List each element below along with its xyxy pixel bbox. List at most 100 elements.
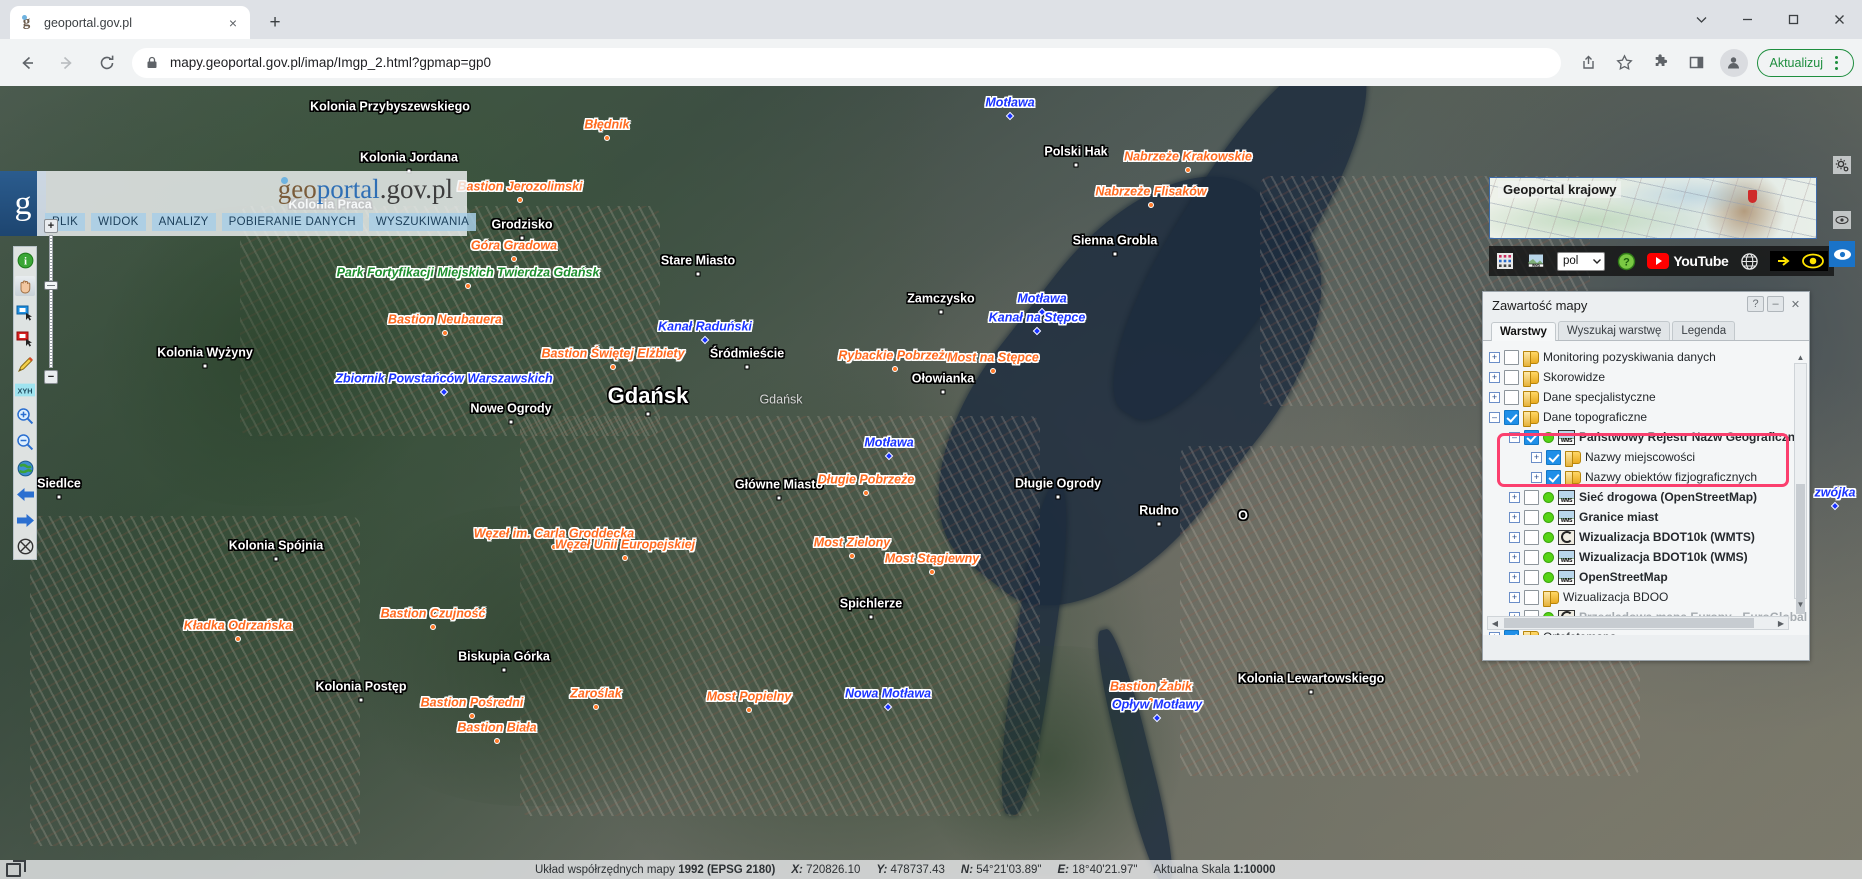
zoom-slider[interactable]: + − bbox=[44, 219, 58, 384]
layer-tree-node[interactable]: +Wizualizacja BDOT10k (WMTS) bbox=[1487, 527, 1809, 547]
expand-icon[interactable]: + bbox=[1531, 452, 1542, 463]
layer-tree-node[interactable]: +Sieć drogowa (OpenStreetMap) bbox=[1487, 487, 1809, 507]
address-bar[interactable]: mapy.geoportal.gov.pl/imap/Imgp_2.html?g… bbox=[132, 48, 1561, 78]
layer-tree-node[interactable]: –Państwowy Rejestr Nazw Geograficzny bbox=[1487, 427, 1809, 447]
close-button[interactable]: ✕ bbox=[1787, 296, 1804, 312]
expand-icon[interactable]: + bbox=[1489, 632, 1500, 636]
zoom-out-icon[interactable] bbox=[15, 432, 35, 452]
visibility-eye-icon[interactable] bbox=[1829, 241, 1855, 267]
composition-grid-icon[interactable] bbox=[1495, 251, 1515, 271]
layer-visibility-small-icon[interactable] bbox=[1833, 211, 1851, 229]
browser-tab[interactable]: g geoportal.gov.pl × bbox=[10, 6, 250, 39]
close-icon[interactable]: × bbox=[224, 14, 242, 32]
overview-map[interactable]: Geoportal krajowy bbox=[1489, 177, 1817, 239]
xyh-coordinates-icon[interactable]: XYH bbox=[15, 380, 35, 400]
help-icon[interactable]: ? bbox=[1616, 251, 1636, 271]
collapse-icon[interactable]: – bbox=[1509, 432, 1520, 443]
tab-legenda[interactable]: Legenda bbox=[1672, 321, 1735, 340]
layer-tree-node[interactable]: +OpenStreetMap bbox=[1487, 567, 1809, 587]
layer-tree-node[interactable]: +Monitoring pozyskiwania danych bbox=[1487, 347, 1809, 367]
update-button[interactable]: Aktualizuj bbox=[1757, 49, 1855, 77]
youtube-icon[interactable]: YouTube bbox=[1647, 253, 1728, 269]
scroll-down-icon[interactable]: ▼ bbox=[1795, 598, 1806, 611]
layer-checkbox[interactable] bbox=[1546, 450, 1561, 465]
scroll-right-icon[interactable]: ▶ bbox=[1774, 619, 1788, 628]
zoom-slider-thumb[interactable] bbox=[44, 281, 58, 290]
visibility-toggle-icon[interactable] bbox=[1770, 251, 1828, 271]
minimize-button[interactable]: – bbox=[1767, 296, 1784, 312]
zoom-slider-track[interactable] bbox=[49, 235, 53, 368]
menu-item-widok[interactable]: WIDOK bbox=[91, 213, 145, 231]
help-button[interactable]: ? bbox=[1747, 296, 1764, 312]
language-select[interactable]: pol bbox=[1557, 252, 1605, 271]
layer-tree-node[interactable]: +Nazwy miejscowości bbox=[1487, 447, 1809, 467]
layer-checkbox[interactable] bbox=[1524, 570, 1539, 585]
zoom-in-icon[interactable] bbox=[15, 406, 35, 426]
layer-checkbox[interactable] bbox=[1524, 430, 1539, 445]
globe-network-icon[interactable] bbox=[1739, 251, 1759, 271]
scroll-up-icon[interactable]: ▲ bbox=[1795, 351, 1806, 364]
expand-icon[interactable]: + bbox=[1489, 352, 1500, 363]
zoom-out-button[interactable]: − bbox=[44, 370, 58, 384]
layer-checkbox[interactable] bbox=[1504, 390, 1519, 405]
forward-arrow-icon[interactable] bbox=[50, 46, 84, 80]
layer-tree-node[interactable]: +Granice miast bbox=[1487, 507, 1809, 527]
full-extent-globe-icon[interactable] bbox=[15, 458, 35, 478]
chevron-down-icon[interactable] bbox=[1678, 0, 1724, 39]
tab-warstwy[interactable]: Warstwy bbox=[1491, 322, 1556, 341]
layer-checkbox[interactable] bbox=[1504, 350, 1519, 365]
tab-wyszukaj-warstwę[interactable]: Wyszukaj warstwę bbox=[1558, 321, 1670, 340]
expand-icon[interactable]: + bbox=[1531, 472, 1542, 483]
layer-tree-node[interactable]: +Wizualizacja BDOT10k (WMS) bbox=[1487, 547, 1809, 567]
zoom-in-button[interactable]: + bbox=[44, 219, 58, 233]
expand-icon[interactable]: + bbox=[1509, 592, 1520, 603]
horizontal-scrollbar-thumb[interactable] bbox=[1504, 618, 1754, 628]
layer-tree-body[interactable]: +Monitoring pozyskiwania danych+Skorowid… bbox=[1483, 341, 1809, 635]
puzzle-icon[interactable] bbox=[1646, 48, 1676, 78]
layer-tree-node[interactable]: +Wizualizacja BDOO bbox=[1487, 587, 1809, 607]
layer-tree-node[interactable]: +Skorowidze bbox=[1487, 367, 1809, 387]
layer-checkbox[interactable] bbox=[1546, 470, 1561, 485]
layer-checkbox[interactable] bbox=[1524, 590, 1539, 605]
expand-icon[interactable]: + bbox=[1489, 392, 1500, 403]
new-tab-button[interactable]: + bbox=[262, 10, 288, 36]
map-settings-gear-icon[interactable] bbox=[1833, 156, 1851, 174]
layer-checkbox[interactable] bbox=[1524, 490, 1539, 505]
info-icon[interactable]: i bbox=[15, 250, 35, 270]
previous-view-icon[interactable] bbox=[15, 484, 35, 504]
collapse-icon[interactable]: – bbox=[1489, 412, 1500, 423]
expand-icon[interactable]: + bbox=[1509, 492, 1520, 503]
clear-selection-icon[interactable] bbox=[15, 328, 35, 348]
profile-avatar-icon[interactable] bbox=[1720, 49, 1748, 77]
kebab-menu-icon[interactable] bbox=[1829, 49, 1843, 77]
menu-item-analizy[interactable]: ANALIZY bbox=[152, 213, 216, 231]
next-view-icon[interactable] bbox=[15, 510, 35, 530]
scroll-left-icon[interactable]: ◀ bbox=[1488, 619, 1502, 628]
layer-checkbox[interactable] bbox=[1504, 410, 1519, 425]
close-window-icon[interactable] bbox=[1816, 0, 1862, 39]
side-panel-icon[interactable] bbox=[1682, 48, 1712, 78]
layer-checkbox[interactable] bbox=[1524, 510, 1539, 525]
select-rectangle-icon[interactable] bbox=[15, 302, 35, 322]
restore-window-icon[interactable] bbox=[6, 863, 21, 877]
horizontal-scrollbar[interactable]: ◀ ▶ bbox=[1487, 616, 1789, 630]
share-icon[interactable] bbox=[1574, 48, 1604, 78]
minimize-icon[interactable] bbox=[1724, 0, 1770, 39]
vertical-scrollbar[interactable]: ▲ ▼ bbox=[1794, 363, 1807, 599]
expand-icon[interactable]: + bbox=[1509, 532, 1520, 543]
layer-checkbox[interactable] bbox=[1524, 530, 1539, 545]
back-arrow-icon[interactable] bbox=[10, 46, 44, 80]
reload-icon[interactable] bbox=[90, 46, 124, 80]
layer-checkbox[interactable] bbox=[1504, 630, 1519, 636]
expand-icon[interactable]: + bbox=[1489, 372, 1500, 383]
expand-icon[interactable]: + bbox=[1509, 572, 1520, 583]
menu-item-pobieranie-danych[interactable]: POBIERANIE DANYCH bbox=[222, 213, 363, 231]
layer-tree-node[interactable]: +Dane specjalistyczne bbox=[1487, 387, 1809, 407]
menu-item-wyszukiwania[interactable]: WYSZUKIWANIA bbox=[369, 213, 476, 231]
layer-checkbox[interactable] bbox=[1524, 550, 1539, 565]
layer-tree-node[interactable]: +Nazwy obiektów fizjograficznych bbox=[1487, 467, 1809, 487]
pan-hand-icon[interactable] bbox=[15, 276, 35, 296]
layer-checkbox[interactable] bbox=[1504, 370, 1519, 385]
map-viewport[interactable]: Kolonia PrzybyszewskiegoBłędnikMotławaPo… bbox=[0, 86, 1862, 879]
layer-tree-node[interactable]: –Dane topograficzne bbox=[1487, 407, 1809, 427]
